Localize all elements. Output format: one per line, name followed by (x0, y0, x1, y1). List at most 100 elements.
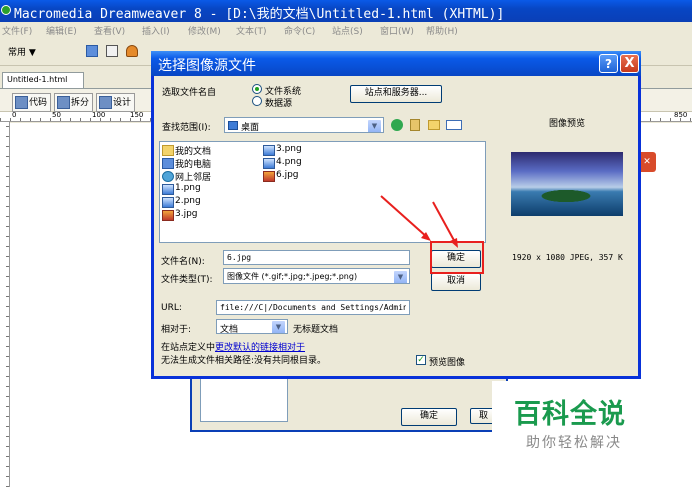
preview-area (200, 378, 288, 422)
relative-to-value: 文档 (220, 325, 239, 334)
folder-icon (162, 145, 174, 156)
select-from-label: 选取文件名自 (162, 88, 217, 98)
under-ok-button[interactable]: 确定 (401, 408, 457, 426)
menu-commands[interactable]: 命令(C) (284, 24, 315, 37)
new-folder-icon[interactable] (428, 120, 440, 130)
file-name: 2.png (175, 196, 201, 206)
site-server-button[interactable]: 站点和服务器... (350, 85, 442, 103)
design-view-button[interactable]: 设计 (96, 93, 136, 112)
relative-to-select[interactable]: 文档 ▼ (216, 319, 288, 334)
filesystem-radio[interactable] (252, 84, 262, 94)
design-view-icon (99, 96, 112, 109)
jpg-icon (162, 210, 174, 221)
watermark-title: 百科全说 (514, 399, 626, 430)
chevron-down-icon[interactable]: ▼ (367, 119, 382, 132)
email-link-icon[interactable] (106, 45, 118, 57)
png-icon (162, 184, 174, 195)
preview-info: 1920 x 1080 JPEG, 357 K (512, 253, 623, 262)
list-item[interactable]: 3.png (263, 144, 302, 156)
menu-text[interactable]: 文本(T) (236, 24, 267, 37)
ruler-mark: 850 (674, 111, 688, 119)
site-definition-text: 在站点定义中更改默认的链接相对于 (161, 340, 305, 353)
preview-image-checkbox[interactable]: ✓ (416, 355, 426, 365)
png-icon (162, 197, 174, 208)
menu-help[interactable]: 帮助(H) (426, 24, 458, 37)
network-icon (162, 171, 174, 182)
code-view-icon (15, 96, 28, 109)
list-item[interactable]: 3.jpg (162, 209, 198, 221)
file-name: 4.png (276, 157, 302, 167)
ruler-mark: 0 (12, 111, 17, 119)
ok-button-highlight (430, 241, 484, 274)
cancel-button[interactable]: 取消 (431, 273, 481, 291)
vertical-ruler (0, 122, 10, 487)
list-item[interactable]: 1.png (162, 183, 201, 195)
png-icon (263, 158, 275, 169)
change-default-link[interactable]: 更改默认的链接相对于 (215, 343, 305, 353)
close-icon[interactable]: X (620, 54, 639, 73)
desktop-icon (228, 121, 238, 130)
relative-to-label: 相对于: (161, 325, 192, 335)
file-name: 我的电脑 (175, 160, 212, 170)
chevron-down-icon[interactable]: ▼ (393, 270, 408, 283)
list-item[interactable]: 我的文档 (162, 144, 211, 157)
filetype-label: 文件类型(T): (161, 275, 213, 285)
file-name: 3.jpg (175, 209, 198, 219)
split-view-icon (57, 96, 70, 109)
hyperlink-icon[interactable] (86, 45, 98, 57)
menu-site[interactable]: 站点(S) (332, 24, 363, 37)
chevron-down-icon[interactable]: ▼ (271, 320, 286, 333)
preview-title: 图像预览 (549, 119, 586, 129)
datasource-radio-label[interactable]: 数据源 (265, 96, 292, 109)
menu-bar: 文件(F) 编辑(E) 查看(V) 插入(I) 修改(M) 文本(T) 命令(C… (0, 22, 692, 38)
dialog-title: 选择图像源文件 (158, 58, 256, 74)
menu-modify[interactable]: 修改(M) (188, 24, 221, 37)
menu-window[interactable]: 窗口(W) (380, 24, 414, 37)
filetype-select[interactable]: 图像文件 (*.gif;*.jpg;*.jpeg;*.png) ▼ (223, 268, 410, 284)
menu-file[interactable]: 文件(F) (2, 24, 32, 37)
ruler-mark: 100 (92, 111, 106, 119)
jpg-icon (263, 171, 275, 182)
file-name: 我的文档 (175, 147, 212, 157)
ruler-mark: 150 (130, 111, 144, 119)
code-view-button[interactable]: 代码 (12, 93, 52, 112)
look-in-value: 桌面 (241, 123, 260, 133)
file-name: 网上邻居 (175, 173, 212, 183)
menu-insert[interactable]: 插入(I) (142, 24, 170, 37)
filetype-value: 图像文件 (*.gif;*.jpg;*.jpeg;*.png) (227, 272, 358, 281)
list-item[interactable]: 2.png (162, 196, 201, 208)
filename-field[interactable] (223, 250, 410, 265)
preview-image-label[interactable]: 预览图像 (429, 355, 465, 368)
up-folder-icon[interactable] (410, 119, 420, 131)
app-title: Macromedia Dreamweaver 8 - [D:\我的文档\Unti… (14, 7, 505, 22)
app-titlebar[interactable]: Macromedia Dreamweaver 8 - [D:\我的文档\Unti… (0, 0, 692, 22)
site-definition-prefix: 在站点定义中 (161, 343, 216, 353)
image-preview (511, 152, 623, 216)
computer-icon (162, 158, 174, 169)
menu-edit[interactable]: 编辑(E) (46, 24, 77, 37)
dreamweaver-icon (1, 5, 11, 15)
file-name: 6.jpg (276, 170, 299, 180)
insert-category-select[interactable]: 常用 ▼ (8, 45, 36, 58)
url-label: URL: (161, 303, 182, 313)
list-item[interactable]: 4.png (263, 157, 302, 169)
datasource-radio[interactable] (252, 96, 262, 106)
help-icon[interactable]: ? (599, 54, 618, 73)
watermark-subtitle: 助你轻松解决 (526, 435, 622, 451)
file-list[interactable]: 我的文档 我的电脑 网上邻居 1.png 2.png 3.jpg 3.png 4… (159, 141, 486, 243)
back-icon[interactable] (391, 119, 403, 131)
split-view-button[interactable]: 拆分 (54, 93, 94, 112)
list-item[interactable]: 6.jpg (263, 170, 299, 182)
view-menu-icon[interactable] (446, 120, 462, 130)
look-in-select[interactable]: 桌面 ▼ (224, 117, 384, 133)
anchor-icon[interactable] (126, 45, 138, 57)
menu-view[interactable]: 查看(V) (94, 24, 125, 37)
document-tab[interactable]: Untitled-1.html (2, 72, 84, 88)
url-field[interactable] (216, 300, 410, 315)
look-in-label: 查找范围(I): (162, 123, 211, 133)
file-name: 1.png (175, 183, 201, 193)
list-item[interactable]: 我的电脑 (162, 157, 211, 170)
ruler-mark: 50 (52, 111, 61, 119)
filename-label: 文件名(N): (161, 257, 205, 267)
list-item[interactable]: 网上邻居 (162, 170, 211, 183)
